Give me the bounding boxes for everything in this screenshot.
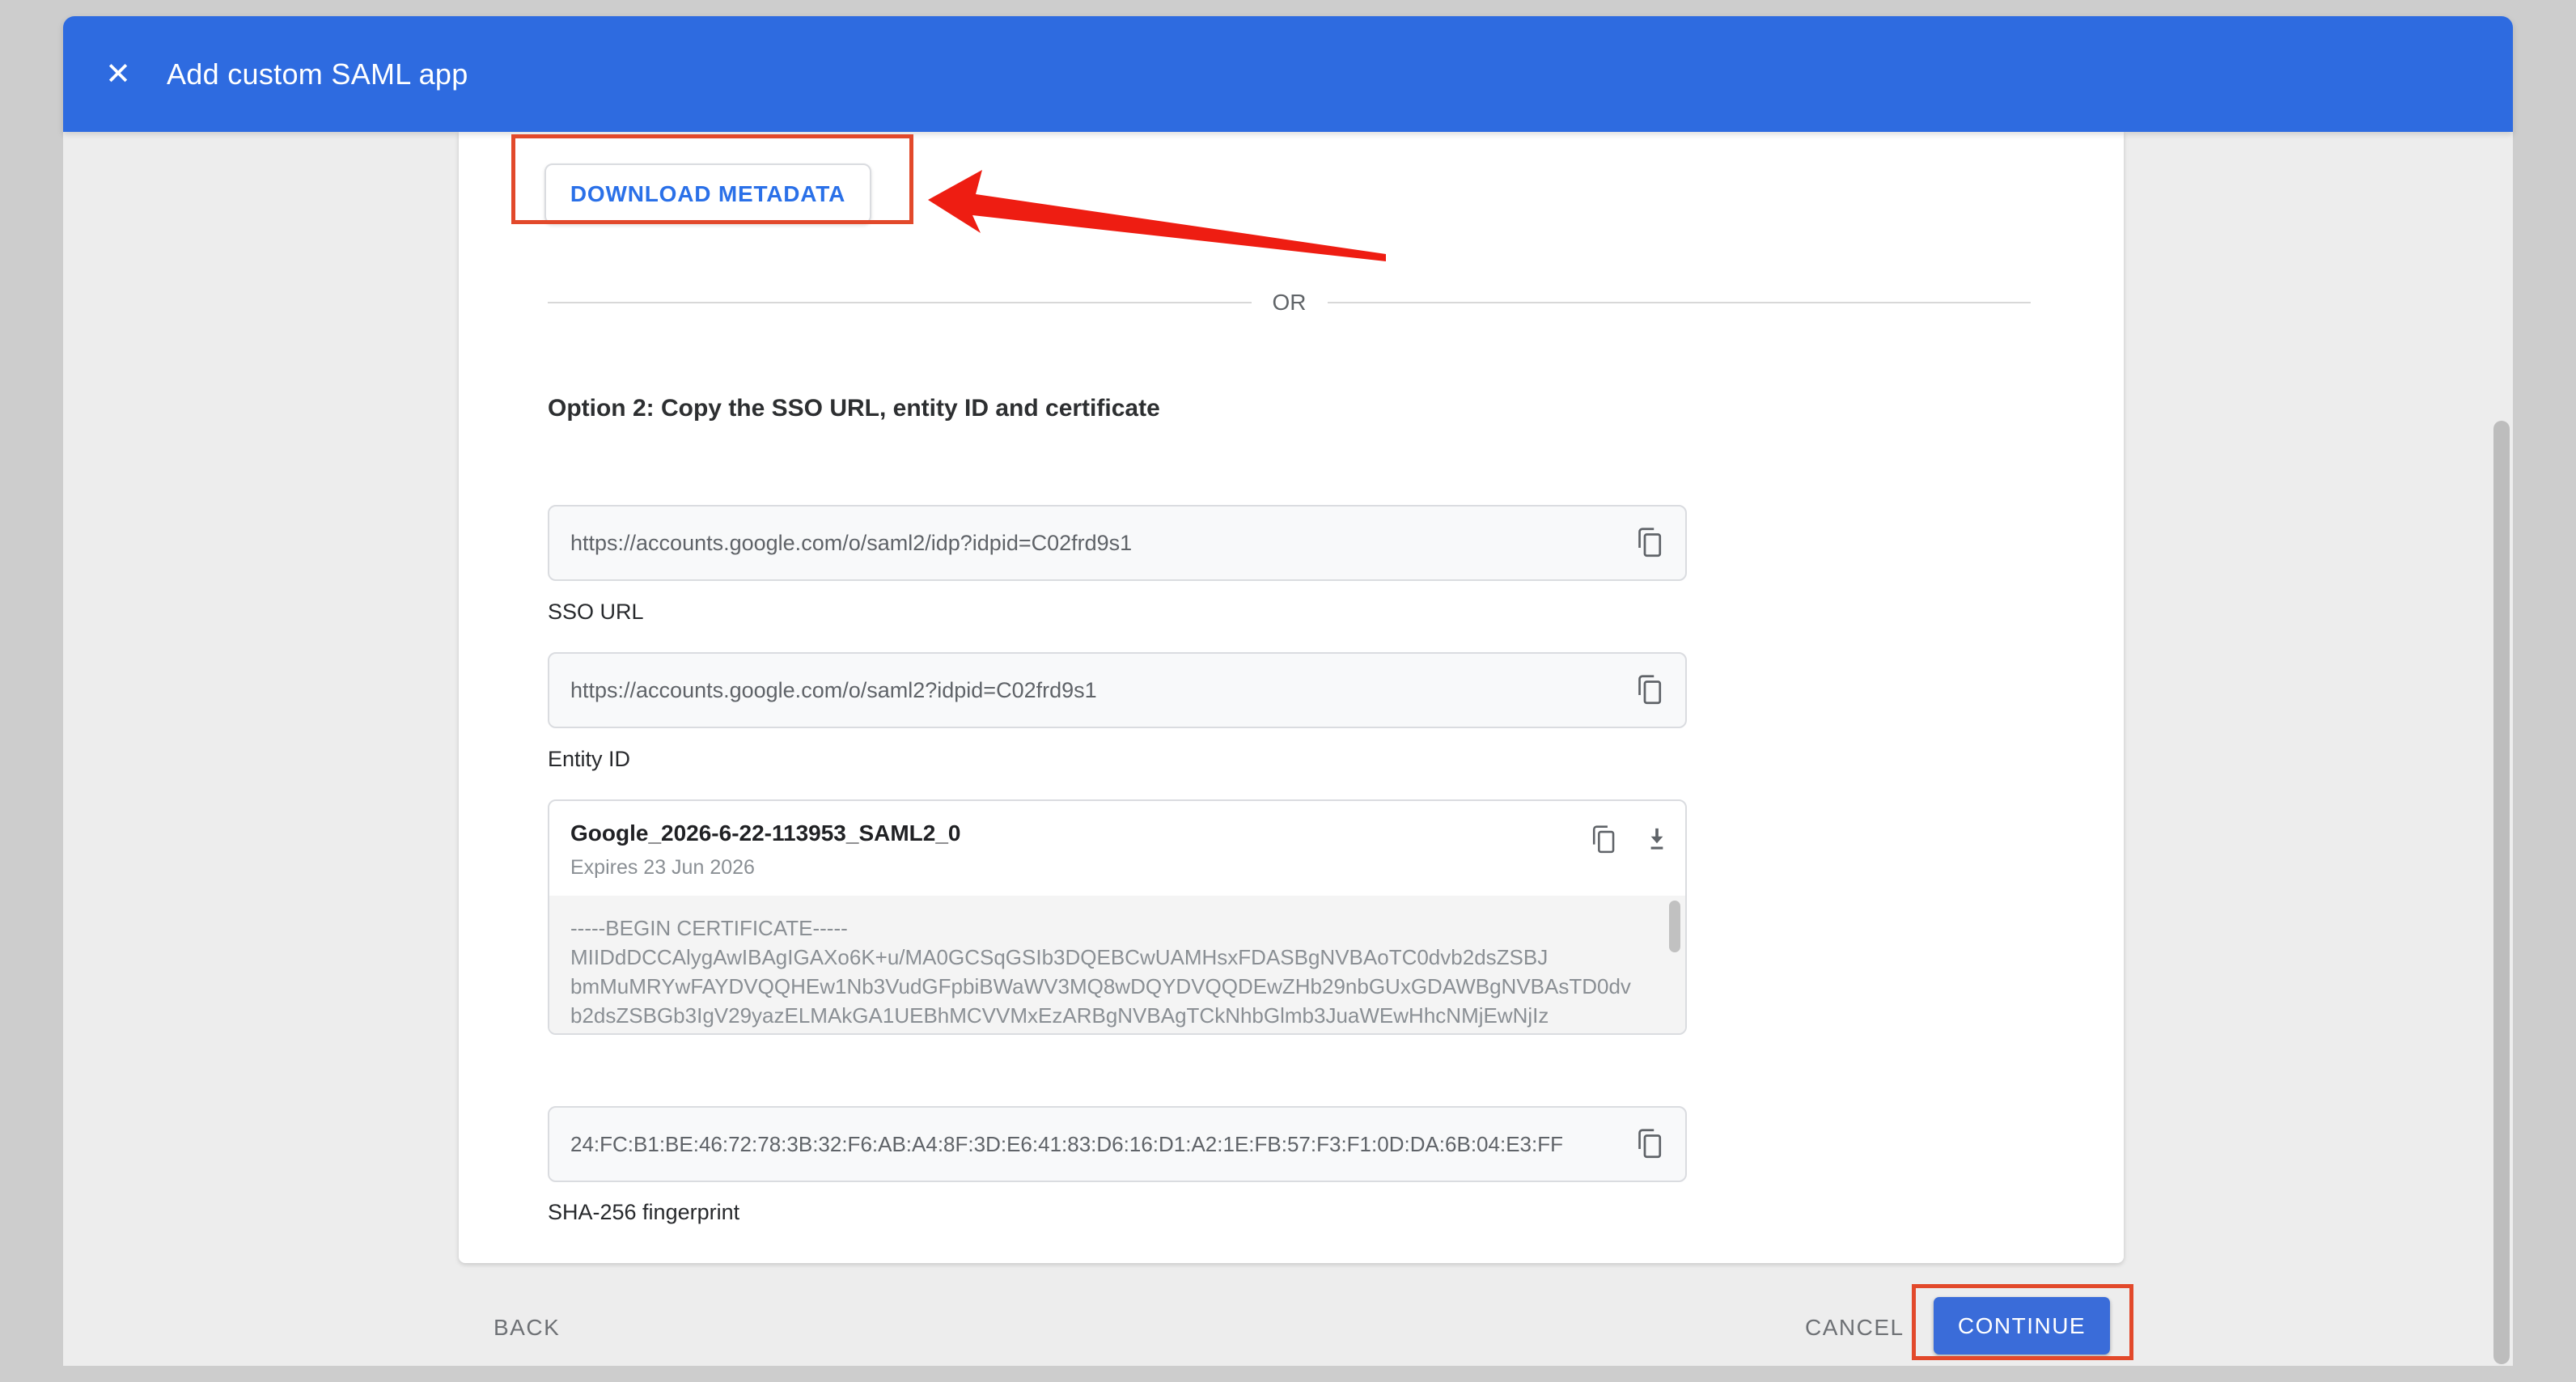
certificate-body-line: -----BEGIN CERTIFICATE----- bbox=[570, 914, 1685, 943]
entity-id-value: https://accounts.google.com/o/saml2?idpi… bbox=[570, 678, 1632, 703]
certificate-scrollbar[interactable] bbox=[1669, 901, 1680, 952]
annotation-box-download-metadata bbox=[511, 134, 913, 224]
certificate-name: Google_2026-6-22-113953_SAML2_0 bbox=[570, 820, 961, 846]
copy-icon[interactable] bbox=[1632, 1126, 1667, 1162]
copy-icon[interactable] bbox=[1632, 525, 1667, 561]
close-icon[interactable]: ✕ bbox=[102, 58, 134, 91]
option2-heading: Option 2: Copy the SSO URL, entity ID an… bbox=[548, 395, 1160, 422]
divider-line-right bbox=[1328, 302, 2032, 303]
copy-icon[interactable] bbox=[1587, 822, 1620, 858]
entity-id-label: Entity ID bbox=[548, 747, 630, 772]
sha256-fingerprint-label: SHA-256 fingerprint bbox=[548, 1200, 739, 1225]
sha256-fingerprint-field: 24:FC:B1:BE:46:72:78:3B:32:F6:AB:A4:8F:3… bbox=[548, 1106, 1687, 1182]
screenshot-stage: ✕ Add custom SAML app DOWNLOAD METADATA … bbox=[0, 0, 2576, 1382]
certificate-body[interactable]: -----BEGIN CERTIFICATE----- MIIDdDCCAlyg… bbox=[549, 896, 1685, 1033]
certificate-body-line: b2dsZSBGb3IgV29yazELMAkGA1UEBhMCVVMxEzAR… bbox=[570, 1001, 1685, 1030]
dialog-scrollbar[interactable] bbox=[2493, 421, 2510, 1364]
annotation-arrow bbox=[914, 158, 1400, 275]
content-card: DOWNLOAD METADATA OR Option 2: Copy the … bbox=[459, 132, 2124, 1263]
sso-url-value: https://accounts.google.com/o/saml2/idp?… bbox=[570, 531, 1632, 556]
entity-id-field: https://accounts.google.com/o/saml2?idpi… bbox=[548, 652, 1687, 728]
download-icon[interactable] bbox=[1641, 822, 1673, 858]
annotation-box-continue bbox=[1912, 1284, 2133, 1360]
cancel-button[interactable]: CANCEL bbox=[1805, 1315, 1894, 1341]
copy-icon[interactable] bbox=[1632, 672, 1667, 708]
sso-url-field: https://accounts.google.com/o/saml2/idp?… bbox=[548, 505, 1687, 581]
certificate-body-line: MIIDdDCCAlygAwIBAgIGAXo6K+u/MA0GCSqGSIb3… bbox=[570, 943, 1685, 972]
certificate-box: Google_2026-6-22-113953_SAML2_0 Expires … bbox=[548, 799, 1687, 1035]
or-divider-label: OR bbox=[1252, 290, 1328, 316]
divider-line-left bbox=[548, 302, 1252, 303]
certificate-body-line: bmMuMRYwFAYDVQQHEw1Nb3VudGFpbiBWaWV3MQ8w… bbox=[570, 972, 1685, 1001]
sso-url-label: SSO URL bbox=[548, 600, 644, 625]
dialog-header: ✕ Add custom SAML app bbox=[63, 16, 2513, 132]
sha256-fingerprint-value: 24:FC:B1:BE:46:72:78:3B:32:F6:AB:A4:8F:3… bbox=[570, 1132, 1632, 1157]
dialog-title: Add custom SAML app bbox=[167, 57, 468, 91]
back-button[interactable]: BACK bbox=[494, 1315, 560, 1341]
certificate-expiry: Expires 23 Jun 2026 bbox=[570, 856, 755, 880]
or-divider: OR bbox=[548, 288, 2031, 317]
